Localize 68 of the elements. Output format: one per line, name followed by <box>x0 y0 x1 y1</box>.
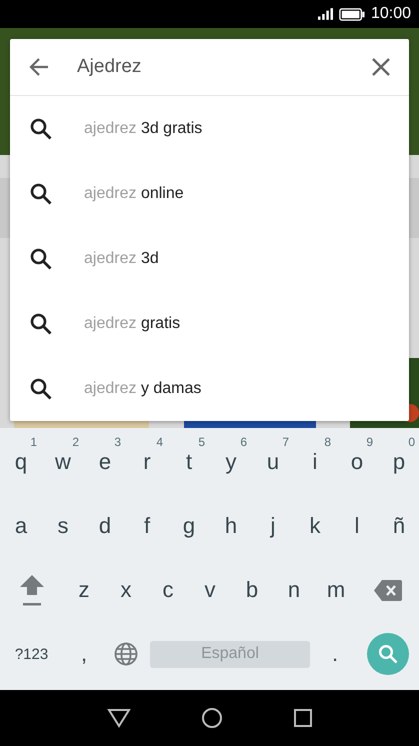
keyboard-key[interactable]: v <box>189 558 231 622</box>
backspace-icon <box>374 580 402 600</box>
home-button[interactable] <box>200 707 222 729</box>
signal-icon <box>318 8 333 20</box>
globe-icon <box>114 642 138 666</box>
suggestion-item[interactable]: ajedrez gratis <box>10 291 409 356</box>
keyboard-key[interactable]: m <box>315 558 357 622</box>
keyboard-key[interactable]: l <box>336 494 378 558</box>
keyboard-key[interactable]: . <box>314 622 356 686</box>
keyboard-key[interactable]: f <box>126 494 168 558</box>
keyboard-key[interactable]: s <box>42 494 84 558</box>
key-hint: 0 <box>408 435 415 449</box>
keyboard-key[interactable]: i 8 <box>294 430 336 494</box>
keyboard-key[interactable]: ñ <box>378 494 419 558</box>
symbols-key[interactable]: ?123 <box>0 622 63 686</box>
key-hint: 4 <box>156 435 163 449</box>
keyboard-key[interactable]: q 1 <box>0 430 42 494</box>
keyboard-key[interactable]: y 6 <box>210 430 252 494</box>
suggestion-text: ajedrez 3d <box>84 250 159 268</box>
keyboard-key[interactable]: x <box>105 558 147 622</box>
keyboard-key[interactable]: b <box>231 558 273 622</box>
keyboard-key[interactable]: j <box>252 494 294 558</box>
back-nav-button[interactable] <box>106 708 130 728</box>
key-hint: 7 <box>282 435 289 449</box>
search-icon <box>378 644 398 664</box>
search-icon <box>30 312 52 334</box>
search-icon <box>30 182 52 204</box>
suggestion-item[interactable]: ajedrez 3d gratis <box>10 96 409 161</box>
keyboard-key[interactable]: g <box>168 494 210 558</box>
back-button[interactable] <box>28 56 50 78</box>
recents-button[interactable] <box>292 708 312 728</box>
keyboard-key[interactable]: t 5 <box>168 430 210 494</box>
keyboard-key[interactable]: p 0 <box>378 430 419 494</box>
suggestion-text: ajedrez gratis <box>84 314 180 332</box>
keyboard-key[interactable]: r 4 <box>126 430 168 494</box>
keyboard-key[interactable]: k <box>294 494 336 558</box>
key-hint: 3 <box>114 435 121 449</box>
key-hint: 2 <box>72 435 79 449</box>
suggestion-text: ajedrez y damas <box>84 380 202 398</box>
key-hint: 5 <box>198 435 205 449</box>
suggestion-item[interactable]: ajedrez y damas <box>10 356 409 421</box>
keyboard-key[interactable]: , <box>63 622 105 686</box>
key-hint: 1 <box>30 435 37 449</box>
search-icon <box>30 378 52 400</box>
keyboard-key[interactable]: c <box>147 558 189 622</box>
key-hint: 9 <box>366 435 373 449</box>
keyboard-key[interactable]: e 3 <box>84 430 126 494</box>
suggestion-item[interactable]: ajedrez 3d <box>10 226 409 291</box>
keyboard-key[interactable]: a <box>0 494 42 558</box>
shift-icon <box>18 574 44 606</box>
suggestion-item[interactable]: ajedrez online <box>10 161 409 226</box>
keyboard-key[interactable]: u 7 <box>252 430 294 494</box>
close-button[interactable] <box>371 57 391 77</box>
search-icon <box>30 118 52 140</box>
keyboard-key[interactable]: h <box>210 494 252 558</box>
keyboard-key[interactable]: n <box>273 558 315 622</box>
keyboard-key[interactable]: w 2 <box>42 430 84 494</box>
key-hint: 8 <box>324 435 331 449</box>
suggestion-text: ajedrez 3d gratis <box>84 120 202 138</box>
keyboard-key[interactable]: o 9 <box>336 430 378 494</box>
search-icon <box>30 248 52 270</box>
key-hint: 6 <box>240 435 247 449</box>
suggestion-text: ajedrez online <box>84 184 184 202</box>
clock: 10:00 <box>370 5 411 23</box>
keyboard-key[interactable]: z <box>63 558 105 622</box>
search-field[interactable]: Ajedrez <box>77 52 337 82</box>
keyboard-key[interactable]: d <box>84 494 126 558</box>
battery-icon <box>338 8 365 20</box>
